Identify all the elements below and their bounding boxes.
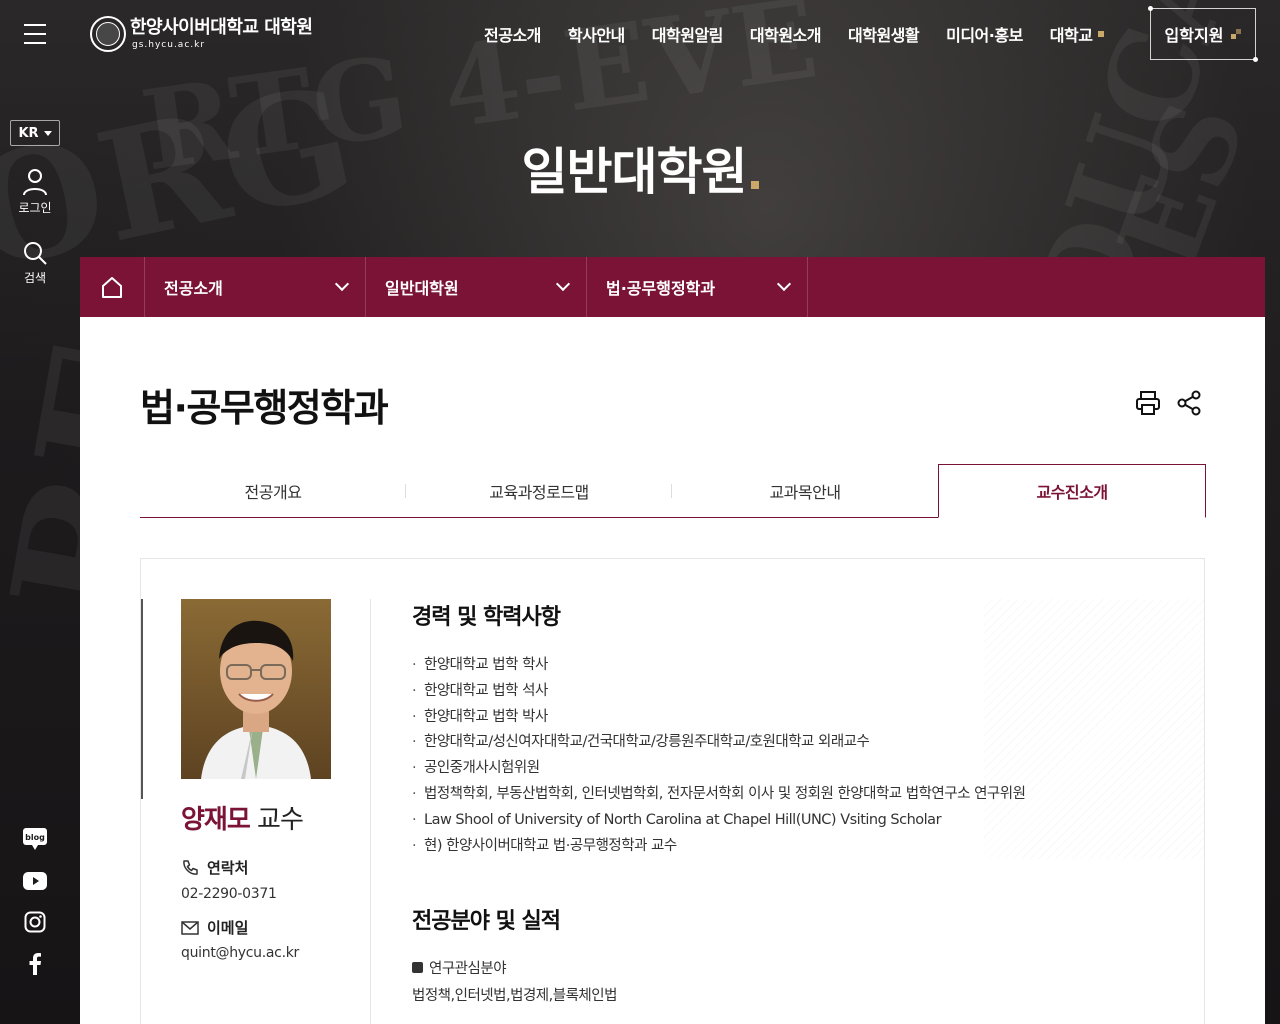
external-dot-icon xyxy=(1098,31,1105,37)
professor-name: 양재모 교수 xyxy=(181,799,304,836)
professor-phone: 02-2290-0371 xyxy=(181,886,277,902)
email-label: 이메일 xyxy=(181,917,248,938)
apply-arrow-icon xyxy=(1231,29,1242,39)
blog-icon[interactable]: blog xyxy=(22,826,48,852)
nav-university[interactable]: 대학교 xyxy=(1050,22,1105,46)
apply-button[interactable]: 입학지원 xyxy=(1148,6,1258,62)
home-icon xyxy=(102,277,122,298)
contact-label: 연락처 xyxy=(181,857,248,878)
svg-text:blog: blog xyxy=(25,833,45,842)
nav-media[interactable]: 미디어·홍보 xyxy=(946,22,1023,46)
professor-card: 양재모 교수 연락처 02-2290-0371 이메일 quint@hycu.a… xyxy=(140,558,1205,1024)
main-content: 법·공무행정학과 전공개요 교육과정로드맵 교과목안내 교수진소개 양재모 교수… xyxy=(80,317,1265,1024)
site-logo[interactable]: 한양사이버대학교 대학원 gs.hycu.ac.kr xyxy=(90,16,313,52)
tab-roadmap-label: 교육과정로드맵 xyxy=(489,482,589,502)
interest-label-text: 연구관심분야 xyxy=(429,961,507,978)
chevron-down-icon xyxy=(776,276,792,292)
hero-title: 일반대학원 xyxy=(0,132,1280,204)
home-button[interactable] xyxy=(80,257,145,317)
youtube-icon[interactable] xyxy=(22,868,48,894)
nav-academic[interactable]: 학사안내 xyxy=(568,22,625,46)
email-label-text: 이메일 xyxy=(207,919,249,937)
phone-icon xyxy=(183,859,198,875)
breadcrumb-level2-label: 일반대학원 xyxy=(385,279,459,298)
breadcrumb: 전공소개 일반대학원 법·공무행정학과 xyxy=(80,257,1265,317)
search-icon xyxy=(24,242,47,265)
page-title: 법·공무행정학과 xyxy=(140,386,389,430)
list-item: 현) 한양사이버대학교 법·공무행정학과 교수 xyxy=(412,834,1172,860)
search-label: 검색 xyxy=(23,271,47,285)
tab-courses-label: 교과목안내 xyxy=(769,482,841,502)
interest-value: 법정책,인터넷법,법경제,블록체인법 xyxy=(412,988,617,1005)
list-item: 한양대학교 법학 박사 xyxy=(412,705,1172,731)
breadcrumb-level1-label: 전공소개 xyxy=(164,279,223,298)
apply-label: 입학지원 xyxy=(1164,26,1224,45)
professor-name-text: 양재모 xyxy=(181,805,251,835)
professor-rank: 교수 xyxy=(257,805,304,835)
list-item: 한양대학교 법학 학사 xyxy=(412,653,1172,679)
print-button[interactable] xyxy=(1134,389,1162,417)
nav-life[interactable]: 대학원생활 xyxy=(848,22,920,46)
career-title: 경력 및 학력사항 xyxy=(412,605,561,630)
tab-overview[interactable]: 전공개요 xyxy=(140,464,406,517)
tab-overview-label: 전공개요 xyxy=(244,482,302,502)
breadcrumb-level3[interactable]: 법·공무행정학과 xyxy=(587,257,808,317)
field-title: 전공분야 및 실적 xyxy=(412,909,561,935)
professor-email[interactable]: quint@hycu.ac.kr xyxy=(181,945,299,961)
chevron-down-icon xyxy=(555,276,571,292)
nav-about[interactable]: 대학원소개 xyxy=(750,22,822,46)
menu-icon[interactable] xyxy=(24,24,46,44)
breadcrumb-level2[interactable]: 일반대학원 xyxy=(366,257,587,317)
university-seal-icon xyxy=(90,16,126,52)
logo-title: 한양사이버대학교 대학원 xyxy=(130,17,313,38)
list-item: 한양대학교 법학 석사 xyxy=(412,679,1172,705)
tab-faculty-label: 교수진소개 xyxy=(1036,483,1108,502)
breadcrumb-level3-label: 법·공무행정학과 xyxy=(606,279,716,298)
list-item: Law Shool of University of North Carolin… xyxy=(412,808,1172,834)
nav-notice[interactable]: 대학원알림 xyxy=(652,22,724,46)
hero-title-text: 일반대학원 xyxy=(521,143,748,201)
contact-label-text: 연락처 xyxy=(207,859,249,877)
interest-label: 연구관심분야 xyxy=(412,957,1172,978)
share-button[interactable] xyxy=(1176,389,1204,417)
print-icon xyxy=(1136,391,1160,415)
department-tabs: 전공개요 교육과정로드맵 교과목안내 교수진소개 xyxy=(140,464,1206,518)
tab-courses[interactable]: 교과목안내 xyxy=(672,464,938,517)
global-nav: 전공소개 학사안내 대학원알림 대학원소개 대학원생활 미디어·홍보 대학교 xyxy=(484,22,1105,46)
list-item: 한양대학교/성신여자대학교/건국대학교/강릉원주대학교/호원대학교 외래교수 xyxy=(412,730,1172,756)
search-button[interactable]: 검색 xyxy=(0,240,70,286)
mail-icon xyxy=(181,920,199,935)
instagram-icon[interactable] xyxy=(22,909,48,935)
nav-university-label: 대학교 xyxy=(1049,26,1093,45)
list-item: 법정책학회, 부동산법학회, 인터넷법학회, 전자문서학회 이사 및 정회원 한… xyxy=(412,782,1172,808)
chevron-down-icon xyxy=(334,276,350,292)
nav-major[interactable]: 전공소개 xyxy=(484,22,541,46)
info-column: 경력 및 학력사항 한양대학교 법학 학사 한양대학교 법학 석사 한양대학교 … xyxy=(412,599,1172,1005)
share-icon xyxy=(1177,390,1201,416)
bullet-square-icon xyxy=(412,962,423,974)
breadcrumb-level1[interactable]: 전공소개 xyxy=(145,257,366,317)
career-list: 한양대학교 법학 학사 한양대학교 법학 석사 한양대학교 법학 박사 한양대학… xyxy=(412,653,1172,859)
tab-faculty[interactable]: 교수진소개 xyxy=(938,464,1206,518)
professor-photo xyxy=(181,599,331,779)
tab-roadmap[interactable]: 교육과정로드맵 xyxy=(406,464,672,517)
facebook-icon[interactable] xyxy=(22,951,48,977)
hero-dot-icon xyxy=(750,181,759,189)
profile-column: 양재모 교수 연락처 02-2290-0371 이메일 quint@hycu.a… xyxy=(141,599,371,1024)
logo-domain: gs.hycu.ac.kr xyxy=(132,40,206,50)
list-item: 공인중개사시험위원 xyxy=(412,756,1172,782)
